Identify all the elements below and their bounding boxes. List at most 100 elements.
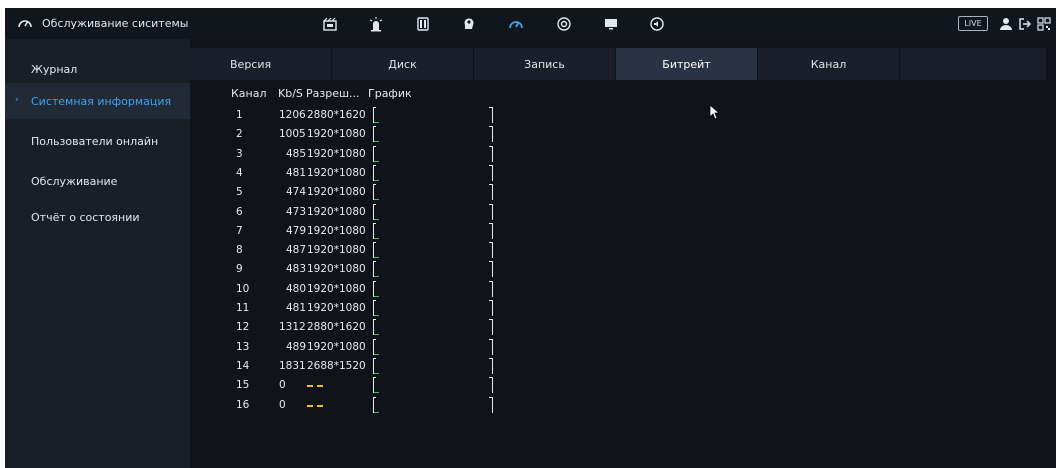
sidebar-item-journal[interactable]: Журнал [5,51,190,87]
graph-bar-left [373,204,374,220]
tab-label: Диск [388,57,417,71]
graph-bar-left [373,261,374,277]
graph-tick-left [373,204,376,205]
graph-tick-right [489,223,492,224]
live-view-button[interactable]: LIVE [958,16,988,31]
graph-bar-right [492,377,493,393]
graph-level-line [374,219,379,220]
graph-tick-left [373,377,376,378]
sidebar-item-online-users[interactable]: Пользователи онлайн [5,123,190,159]
sidebar-item-system-info[interactable]: › Системная информация [5,83,190,119]
tab-bar-filler [900,48,1046,80]
cell-channel: 5 [236,186,243,198]
tab-label: Версия [230,57,272,71]
title-wrap: Обслуживание сиситемы [17,8,188,39]
graph-tick-left [373,358,376,359]
sidebar: Журнал › Системная информация Пользовате… [5,39,190,468]
graph-tick-right [489,242,492,243]
header-graph: График [368,87,412,100]
header-kbs: Kb/S [278,87,303,100]
audio-icon[interactable] [648,15,666,33]
graph-bar-left [373,223,374,239]
graph-bar-right [492,107,493,123]
cell-resolution: 1920*1080 [307,128,366,140]
sidebar-item-label: Пользователи онлайн [31,134,159,148]
chevron-right-icon: › [15,95,19,105]
cell-channel: 15 [236,379,250,391]
cell-kbs: 0 [279,399,286,411]
graph-tick-left [373,300,376,301]
cell-channel: 3 [236,148,243,160]
graph-level-line [374,238,379,239]
sidebar-item-label: Журнал [31,62,78,76]
sidebar-item-label: Обслуживание [31,174,118,188]
cell-channel: 6 [236,206,243,218]
graph-bar-left [373,339,374,355]
storage-icon[interactable] [414,15,432,33]
graph-bar-left [373,377,374,393]
cell-resolution: 1920*1080 [307,244,366,256]
graph-tick-left [373,223,376,224]
graph-bar-left [373,300,374,316]
graph-bar-right [492,358,493,374]
tab-bitrate[interactable]: Битрейт [616,48,758,80]
graph-tick-right [489,358,492,359]
graph-bar-left [373,126,374,142]
graph-tick-left [373,319,376,320]
graph-bar-right [492,281,493,297]
display-icon[interactable] [602,15,620,33]
maintenance-icon[interactable] [507,15,525,33]
graph-tick-right [489,184,492,185]
graph-tick-left [373,126,376,127]
graph-bar-right [492,204,493,220]
alarm-icon[interactable] [367,15,385,33]
cell-resolution: 1920*1080 [307,225,366,237]
logout-icon[interactable] [1017,16,1032,31]
cell-kbs: 479 [286,225,307,237]
tab-disk[interactable]: Диск [332,48,474,80]
film-icon[interactable] [321,15,339,33]
cell-channel: 16 [236,399,250,411]
graph-bar-right [492,223,493,239]
graph-tick-right [489,397,492,398]
user-icon[interactable] [998,16,1013,31]
graph-bar-left [373,184,374,200]
no-signal-dash [307,385,323,387]
cell-channel: 11 [236,302,250,314]
cell-kbs: 1206 [279,109,306,121]
cell-channel: 14 [236,360,250,372]
cell-resolution: 2688*1520 [307,360,366,372]
graph-level-line [374,257,379,258]
graph-tick-right [489,146,492,147]
cell-resolution: 1920*1080 [307,283,366,295]
graph-bar-right [492,339,493,355]
tab-version[interactable]: Версия [190,48,332,80]
graph-tick-right [489,165,492,166]
sidebar-item-maintenance[interactable]: Обслуживание [5,163,190,199]
cell-resolution: 2880*1620 [307,321,366,333]
graph-level-line [374,161,379,162]
cell-resolution: 1920*1080 [307,263,366,275]
tab-channel[interactable]: Канал [758,48,900,80]
header-channel: Канал [231,87,267,100]
graph-tick-right [489,261,492,262]
graph-bar-left [373,358,374,374]
cell-resolution: 1920*1080 [307,341,366,353]
graph-tick-left [373,261,376,262]
graph-bar-left [373,165,374,181]
ai-icon[interactable] [460,15,478,33]
cell-resolution: 1920*1080 [307,148,366,160]
tab-record[interactable]: Запись [474,48,616,80]
graph-bar-right [492,242,493,258]
backup-icon[interactable] [555,15,573,33]
sidebar-item-status-report[interactable]: Отчёт о состоянии [5,199,190,235]
qr-code-icon[interactable] [1036,16,1051,31]
gauge-icon [17,16,33,32]
graph-bar-right [492,300,493,316]
cell-channel: 10 [236,283,250,295]
cell-channel: 7 [236,225,243,237]
cell-channel: 4 [236,167,243,179]
graph-level-line [374,392,379,393]
cell-kbs: 1312 [279,321,306,333]
tab-label: Битрейт [662,57,711,71]
